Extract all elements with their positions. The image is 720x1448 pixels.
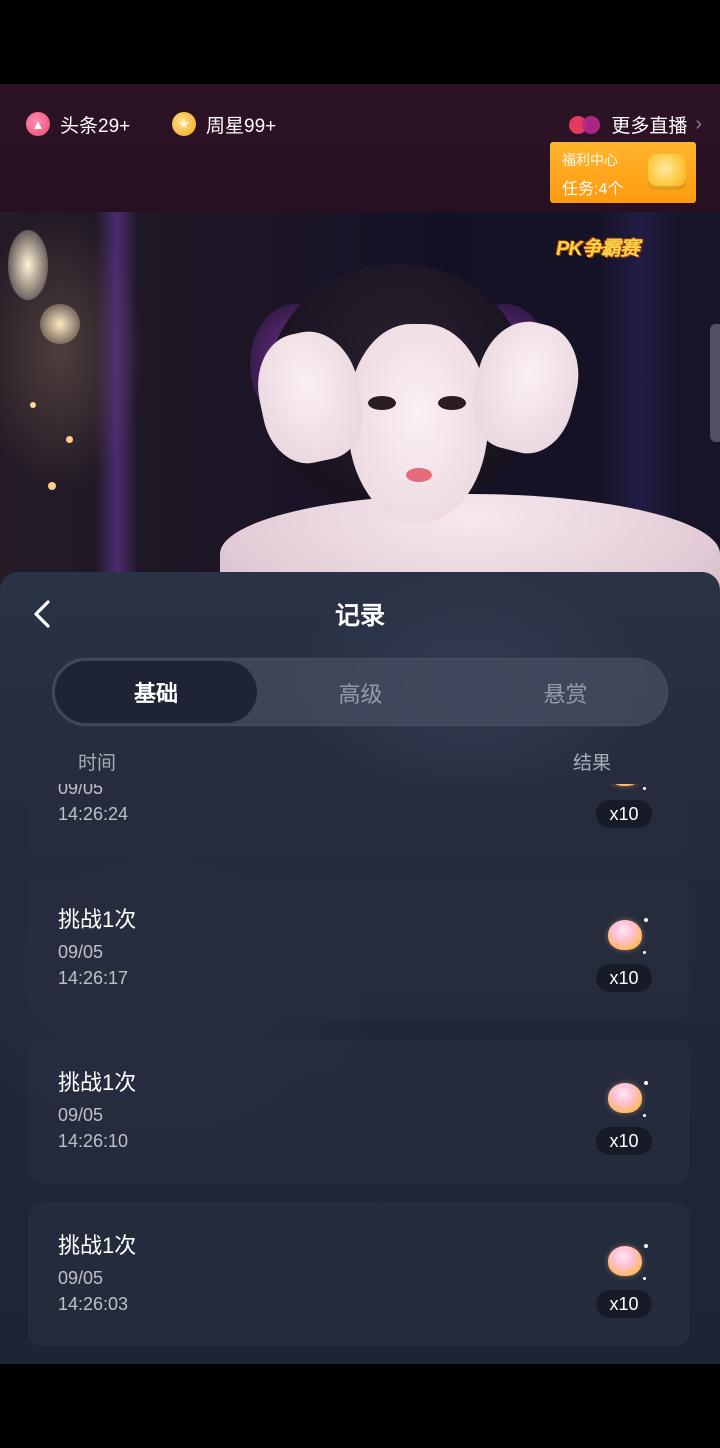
record-date: 09/05 xyxy=(58,1105,104,1125)
panel-title: 记录 xyxy=(334,602,385,630)
tab-advanced[interactable]: 高级 xyxy=(258,659,463,727)
status-bar-area xyxy=(0,0,720,84)
record-panel: 记录 基础 高级 悬赏 时间 结果 09/05 14:26:24 x10 挑战1… xyxy=(0,572,720,1364)
welfare-center-button[interactable]: 福利中心 任务:4个 xyxy=(550,142,696,203)
record-date: 09/05 xyxy=(58,784,104,798)
headline-label: 头条29+ xyxy=(60,115,131,137)
column-header-result: 结果 xyxy=(573,753,612,774)
list-item: 挑战1次 09/05 14:26:17 x10 xyxy=(28,876,690,1020)
reward-count: x10 xyxy=(596,800,652,828)
stage-light xyxy=(48,482,56,490)
welfare-title: 福利中心 xyxy=(562,152,618,168)
streamer xyxy=(220,264,720,592)
flame-icon: ▲ xyxy=(26,112,50,136)
welfare-tasks: 任务:4个 xyxy=(562,181,624,198)
live-logo-icon xyxy=(569,114,603,134)
reward-count: x10 xyxy=(596,964,652,992)
stage-light xyxy=(40,304,80,344)
tab-bounty[interactable]: 悬赏 xyxy=(463,659,668,727)
list-item: 挑战1次 09/05 14:26:10 x10 xyxy=(28,1039,690,1183)
record-title: 挑战1次 xyxy=(58,1070,137,1095)
reward-gift-icon xyxy=(604,784,646,790)
chevron-right-icon: › xyxy=(695,112,702,135)
pk-badge: PK争霸赛 xyxy=(556,238,640,260)
reward-gift-icon xyxy=(604,918,648,954)
record-time: 14:26:17 xyxy=(58,968,129,988)
navigation-bar-area xyxy=(0,1364,720,1448)
reward-count: x10 xyxy=(596,1290,652,1318)
live-header: ▲ 头条29+ ★ 周星99+ 更多直播 › 福利中心 任务:4个 xyxy=(0,84,720,212)
record-date: 09/05 xyxy=(58,942,104,962)
column-header-time: 时间 xyxy=(78,753,117,774)
headline-chip[interactable]: ▲ 头条29+ xyxy=(26,98,130,150)
record-date: 09/05 xyxy=(58,1268,104,1288)
list-item: 挑战1次 09/05 14:26:03 x10 xyxy=(28,1202,690,1346)
live-video[interactable]: PK争霸赛 xyxy=(0,212,720,592)
background-curtain xyxy=(96,212,138,592)
treasure-chest-icon xyxy=(648,154,686,190)
record-tabs: 基础 高级 悬赏 xyxy=(52,658,668,726)
stage-light xyxy=(30,402,36,408)
reward-gift-icon xyxy=(604,1081,648,1117)
record-title: 挑战1次 xyxy=(58,1233,137,1258)
weekstar-chip[interactable]: ★ 周星99+ xyxy=(172,98,276,150)
more-live-label: 更多直播 xyxy=(611,115,688,137)
weekstar-label: 周星99+ xyxy=(206,115,277,137)
side-drawer-handle[interactable] xyxy=(710,324,720,442)
record-title: 挑战1次 xyxy=(58,907,137,932)
stage-light xyxy=(8,230,48,300)
tab-basic[interactable]: 基础 xyxy=(55,661,257,723)
reward-gift-icon xyxy=(604,1244,648,1280)
reward-count: x10 xyxy=(596,1127,652,1155)
record-time: 14:26:24 xyxy=(58,804,129,824)
record-list[interactable]: 09/05 14:26:24 x10 挑战1次 09/05 14:26:17 x… xyxy=(0,784,720,1364)
record-time: 14:26:10 xyxy=(58,1131,129,1151)
record-time: 14:26:03 xyxy=(58,1294,129,1314)
star-icon: ★ xyxy=(172,112,196,136)
stage-light xyxy=(66,436,73,443)
list-item: 09/05 14:26:24 x10 xyxy=(28,784,690,856)
